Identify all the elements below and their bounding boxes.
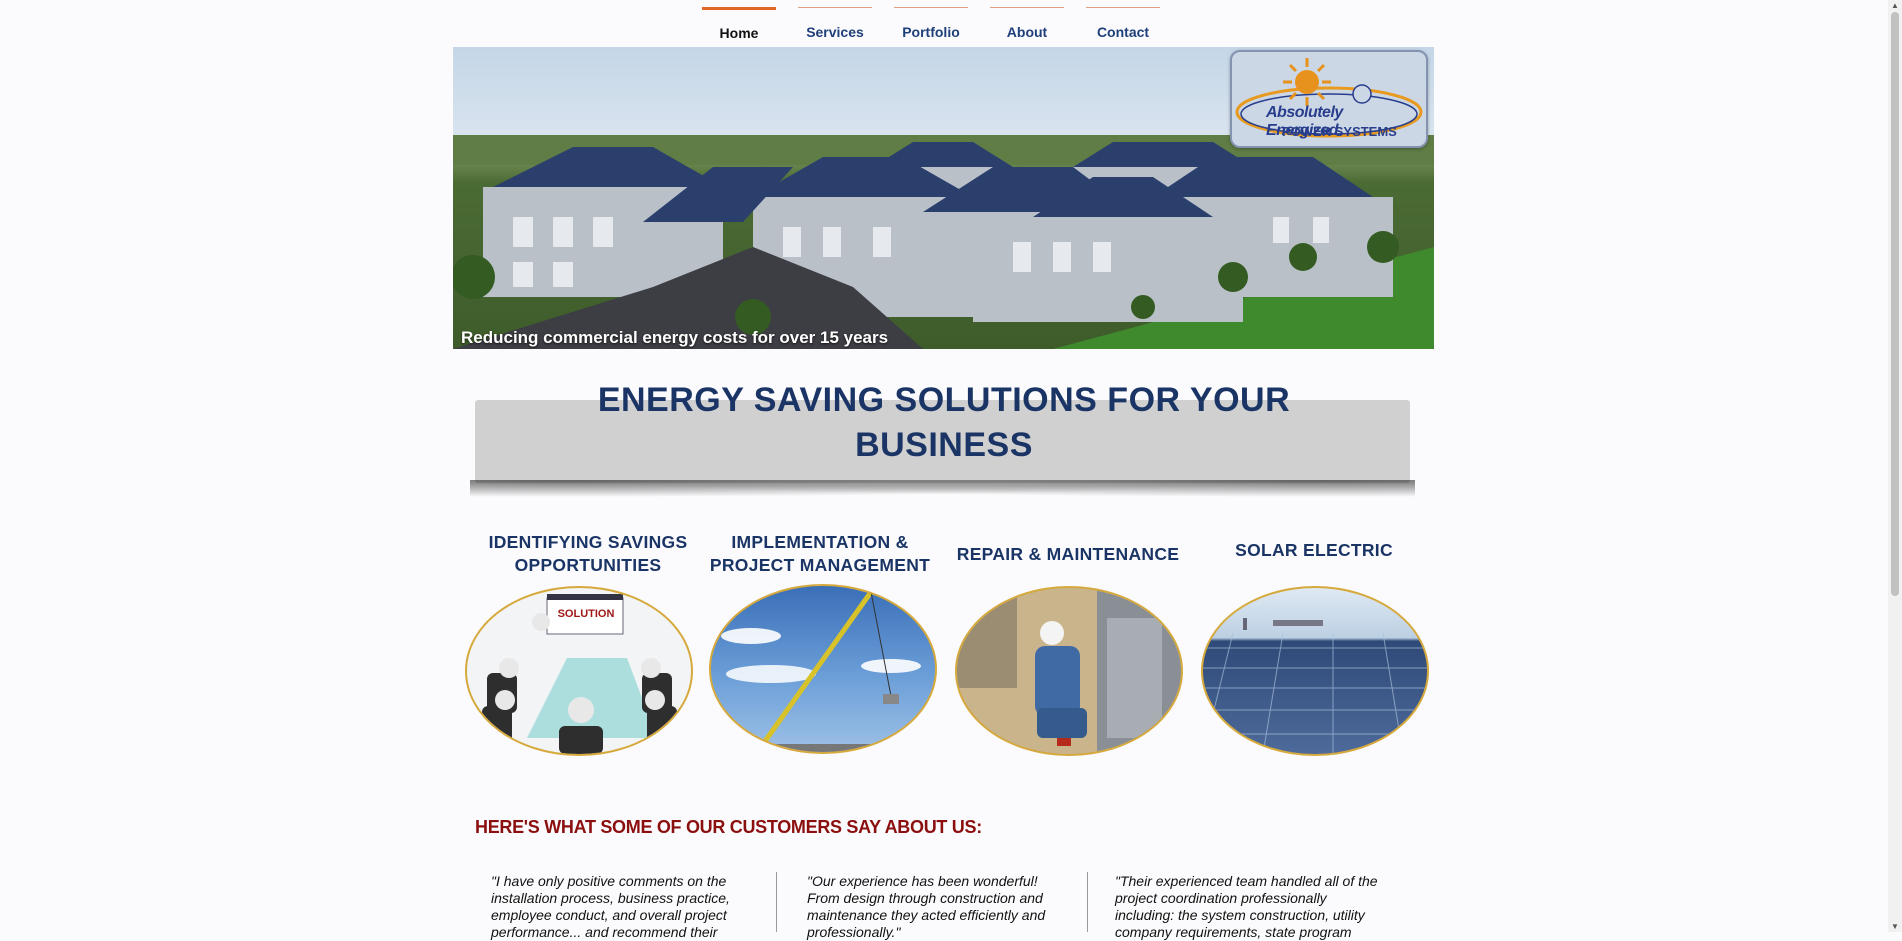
service-title-savings[interactable]: IDENTIFYING SAVINGS OPPORTUNITIES	[478, 531, 698, 577]
service-image-solar[interactable]	[1201, 586, 1429, 756]
company-logo[interactable]: Absolutely Energized POWER SYSTEMS	[1230, 50, 1428, 148]
quote-line: performance... and recommend their	[491, 924, 718, 940]
quote-line: including: the system construction, util…	[1115, 907, 1365, 923]
quote-line: company requirements, state program	[1115, 924, 1352, 940]
service-title-line: IMPLEMENTATION &	[731, 532, 909, 552]
service-title-line: SOLAR ELECTRIC	[1235, 540, 1393, 560]
hero-banner: Absolutely Energized POWER SYSTEMS Reduc…	[453, 47, 1434, 349]
quote-line: employee conduct, and overall project	[491, 907, 727, 923]
quote-line: From design through construction and	[807, 890, 1043, 906]
banner-shadow	[470, 480, 1415, 500]
nav-portfolio[interactable]: Portfolio	[894, 7, 968, 44]
service-title-line: IDENTIFYING SAVINGS	[488, 532, 688, 552]
service-title-solar[interactable]: SOLAR ELECTRIC	[1200, 539, 1428, 562]
quote-line: maintenance they acted efficiently and	[807, 907, 1046, 923]
service-image-implementation[interactable]	[709, 584, 937, 754]
service-title-implementation[interactable]: IMPLEMENTATION & PROJECT MANAGEMENT	[704, 531, 936, 577]
testimonial-divider	[1087, 872, 1088, 932]
testimonial-quote-3: "Their experienced team handled all of t…	[1115, 873, 1405, 941]
scroll-down-icon[interactable]: ▼	[1891, 922, 1899, 931]
service-title-line: OPPORTUNITIES	[514, 555, 662, 575]
logo-text-line2: POWER SYSTEMS	[1282, 124, 1397, 139]
nav-services[interactable]: Services	[798, 7, 872, 44]
testimonial-quote-2: "Our experience has been wonderful! From…	[807, 873, 1077, 941]
quote-line: "I have only positive comments on the	[491, 873, 727, 889]
service-image-repair[interactable]	[955, 586, 1183, 756]
testimonials-heading: HERE'S WHAT SOME OF OUR CUSTOMERS SAY AB…	[475, 817, 982, 837]
service-title-line: REPAIR & MAINTENANCE	[956, 544, 1180, 564]
page-headline: ENERGY SAVING SOLUTIONS FOR YOUR BUSINES…	[597, 381, 1291, 464]
service-title-line: PROJECT MANAGEMENT	[709, 555, 931, 575]
nav-about[interactable]: About	[990, 7, 1064, 44]
testimonial-quote-1: "I have only positive comments on the in…	[491, 873, 751, 941]
page-scrollbar[interactable]: ▲ ▼	[1888, 0, 1902, 932]
nav-home[interactable]: Home	[702, 7, 776, 46]
nav-contact[interactable]: Contact	[1086, 7, 1160, 44]
testimonial-divider	[776, 872, 777, 932]
scroll-thumb[interactable]	[1891, 12, 1899, 596]
quote-line: professionally."	[807, 924, 901, 940]
service-image-savings[interactable]: SOLUTION	[465, 586, 693, 756]
scroll-up-icon[interactable]: ▲	[1891, 1, 1899, 10]
quote-line: installation process, business practice,	[491, 890, 730, 906]
service-title-repair[interactable]: REPAIR & MAINTENANCE	[950, 543, 1186, 566]
quote-line: project coordination professionally	[1115, 890, 1327, 906]
solution-sign: SOLUTION	[557, 608, 615, 620]
hero-caption: Reducing commercial energy costs for ove…	[461, 328, 889, 347]
quote-line: "Our experience has been wonderful!	[807, 873, 1038, 889]
quote-line: "Their experienced team handled all of t…	[1115, 873, 1378, 889]
